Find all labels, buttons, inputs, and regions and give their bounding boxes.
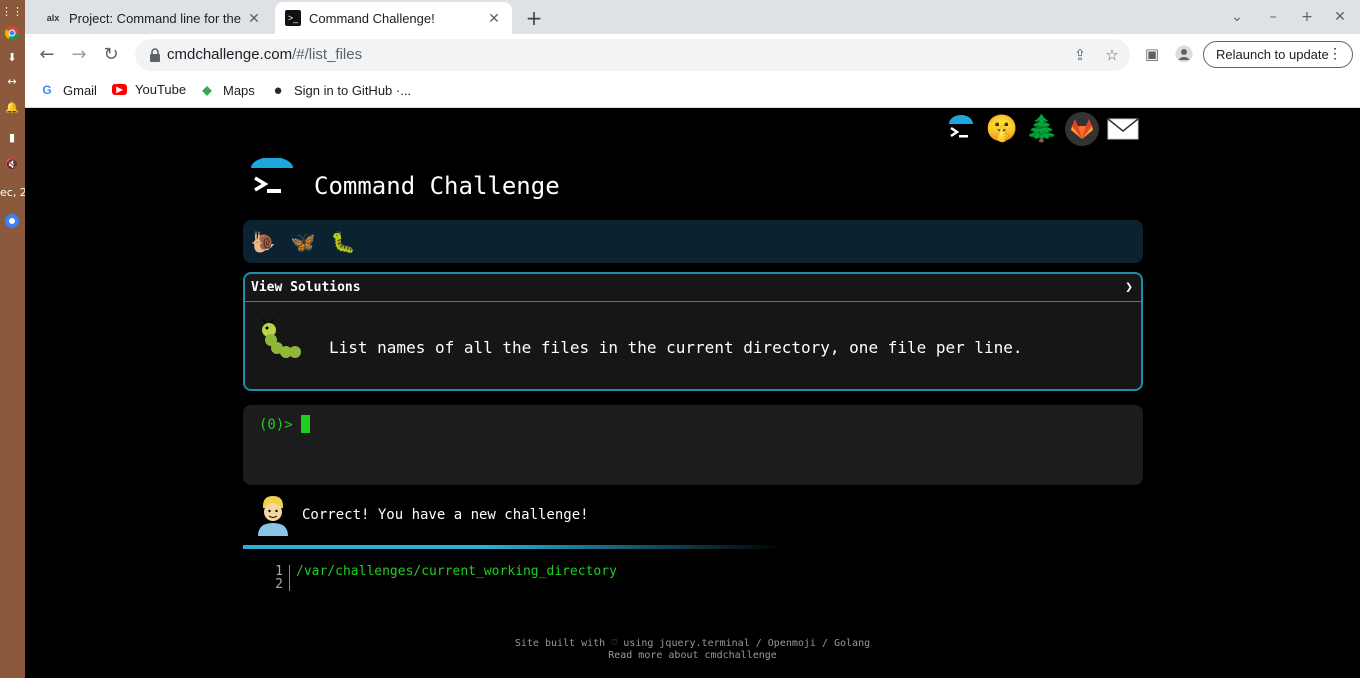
view-solutions-label: View Solutions [251,280,361,295]
app-icon[interactable] [3,212,21,230]
bookmark-youtube[interactable]: ▶ YouTube [112,82,186,97]
page-title: Command Challenge [314,172,560,200]
bookmark-label: Sign in to GitHub ·... [294,82,412,98]
challenge-description: List names of all the files in the curre… [329,338,1023,357]
tree-icon[interactable]: 🌲 [1025,112,1059,146]
bookmark-label: Maps [223,82,255,98]
command-challenge-logo-icon[interactable] [249,158,295,204]
footer-prefix: Site built with [514,638,606,649]
command-output: 1 /var/challenges/current_working_direct… [275,565,617,591]
address-bar[interactable]: cmdchallenge.com/#/list_files ⇪ ☆ [135,39,1130,71]
github-icon: ● [273,81,283,99]
star-icon[interactable]: ☆ [1102,45,1122,65]
url-path: /#/list_files [292,46,363,63]
lock-icon[interactable] [147,47,163,63]
battery-icon: ▮ [8,130,16,144]
line-separator [289,565,290,578]
output-line: 1 /var/challenges/current_working_direct… [275,565,617,578]
youtube-icon: ▶ [112,84,127,95]
url-text[interactable]: cmdchallenge.com/#/list_files [167,46,362,63]
butterfly-icon[interactable]: 🦋 [289,228,317,256]
apps-grid-icon[interactable]: ⋮⋮ [1,2,23,20]
profile-avatar-icon[interactable] [1173,43,1195,65]
page-footer: Site built with ♡ using jquery.terminal … [25,638,1360,662]
os-dock: ⋮⋮ ⬇ ↔ 🔔 ▮ 🔇 ec, 2 [0,0,27,678]
caterpillar-icon[interactable]: 🐛 [329,228,357,256]
read-more-link[interactable]: Read more about cmdchallenge [25,650,1360,662]
browser-chrome: alx Project: Command line for the ✕ >_ C… [25,0,1360,108]
tab-title: Project: Command line for the [69,10,241,26]
tab-search-chevron-icon[interactable]: ⌄ [1225,6,1249,28]
mute-icon[interactable]: 🔇 [3,155,21,173]
terminal-favicon-icon: >_ [285,10,301,26]
snail-icon[interactable]: 🐌 [249,228,277,256]
terminal-input[interactable]: (0)> [243,405,1143,485]
google-icon: G [42,83,52,97]
feedback-divider [243,545,783,549]
window-close-button[interactable]: ✕ [1328,6,1352,28]
forward-button[interactable]: → [67,42,91,66]
line-separator [289,578,290,591]
chrome-icon[interactable] [3,24,21,42]
cmd-logo-icon[interactable] [944,112,978,146]
tab-title: Command Challenge! [309,10,435,26]
close-icon[interactable]: ✕ [246,10,262,26]
more-menu-icon[interactable]: ⋮ [1328,45,1342,62]
terminal-cursor [301,415,310,433]
person-avatar-icon [258,496,288,536]
challenge-card: View Solutions ❯ List names of all the f… [243,272,1143,391]
share-icon[interactable]: ⇪ [1070,45,1090,65]
url-host: cmdchallenge.com [167,46,293,63]
bookmark-label: Gmail [63,82,97,98]
maximize-button[interactable]: + [1295,6,1319,28]
network-icon[interactable]: ↔ [3,72,21,90]
feedback-message: Correct! You have a new challenge! [302,507,589,523]
mail-icon[interactable] [1106,112,1140,146]
bookmark-label: YouTube [135,82,187,97]
output-line: 2 [275,578,617,591]
footer-suffix[interactable]: using jquery.terminal / Openmoji / Golan… [623,638,870,649]
tab-strip: alx Project: Command line for the ✕ >_ C… [25,0,1360,34]
tab-alx-project[interactable]: alx Project: Command line for the ✕ [35,2,272,34]
reload-button[interactable]: ↻ [99,42,123,66]
shushing-face-icon[interactable]: 🤫 [985,112,1019,146]
bookmarks-bar: G Gmail ▶ YouTube ◆ Maps ● Sign in to Gi… [25,74,1360,108]
close-icon[interactable]: ✕ [486,10,502,26]
bell-icon[interactable]: 🔔 [3,98,21,116]
tab-command-challenge[interactable]: >_ Command Challenge! ✕ [275,2,512,34]
bookmark-gmail[interactable]: G Gmail [39,82,97,98]
chevron-right-icon: ❯ [1125,280,1133,295]
relaunch-label: Relaunch to update [1216,47,1329,62]
line-text: /var/challenges/current_working_director… [296,564,617,579]
browser-toolbar: ← → ↻ cmdchallenge.com/#/list_files ⇪ ☆ … [25,34,1360,74]
minimize-button[interactable]: – [1261,6,1285,28]
gitlab-icon[interactable] [1065,112,1099,146]
bookmark-maps[interactable]: ◆ Maps [199,82,255,98]
download-icon[interactable]: ⬇ [3,48,21,66]
bookmark-github[interactable]: ● Sign in to GitHub ·... [270,81,412,99]
page-content: 🤫 🌲 Command Challenge 🐌 🦋 🐛 View Solutio… [25,108,1360,678]
back-button[interactable]: ← [35,42,59,66]
caterpillar-icon [262,318,301,358]
alx-favicon-icon: alx [46,13,60,23]
view-solutions-toggle[interactable]: View Solutions ❯ [245,274,1141,302]
terminal-prompt: (0)> [259,417,293,433]
maps-icon: ◆ [202,83,212,97]
clock-date: ec, 2 [0,186,27,199]
relaunch-button[interactable]: Relaunch to update ⋮ [1203,41,1353,68]
footer-credits: Site built with ♡ using jquery.terminal … [25,638,1360,650]
line-number: 2 [275,577,283,592]
progress-bar: 🐌 🦋 🐛 [243,220,1143,263]
heart-icon: ♡ [611,638,618,649]
side-panel-icon[interactable]: ▣ [1141,43,1163,65]
new-tab-button[interactable]: + [522,6,546,30]
